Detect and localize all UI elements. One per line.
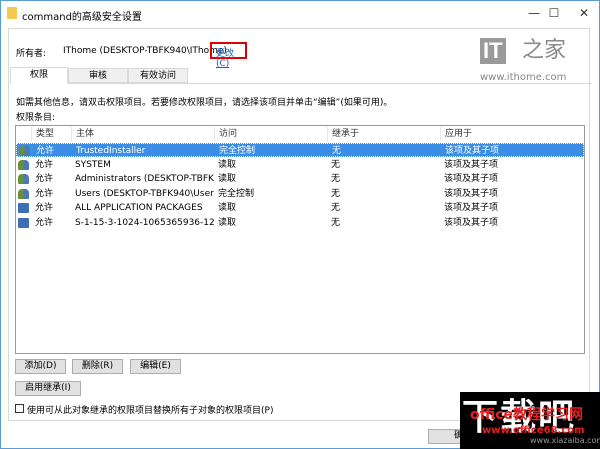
users-icon xyxy=(18,174,29,184)
watermark-url: www.office68.com xyxy=(482,425,585,436)
watermark: 下载吧 office教程学习网 www.office68.com www.xia… xyxy=(460,392,600,449)
owner-label: 所有者: xyxy=(16,49,47,59)
table-row[interactable]: 允许 TrustedInstaller 完全控制 无 该项及其子项 xyxy=(16,143,584,157)
cell-type: 允许 xyxy=(36,146,55,156)
table-row[interactable]: 允许 ALL APPLICATION PACKAGES 读取 无 该项及其子项 xyxy=(16,201,584,215)
cell-type: 允许 xyxy=(35,188,54,199)
table-header: 类型 主体 访问 继承于 应用于 xyxy=(16,127,584,141)
cell-access: 读取 xyxy=(218,217,237,228)
close-button[interactable]: ✕ xyxy=(571,4,597,22)
cell-access: 读取 xyxy=(218,174,237,184)
column-access[interactable]: 访问 xyxy=(214,127,327,141)
app-package-icon xyxy=(18,217,29,228)
permission-entries-label: 权限条目: xyxy=(16,113,56,123)
cell-principal: ALL APPLICATION PACKAGES xyxy=(75,203,203,213)
title-bar: command的高级安全设置 — ☐ ✕ xyxy=(1,1,599,27)
cell-principal: Administrators (DESKTOP-TBFK9... xyxy=(75,174,214,184)
logo-zh: 之家 xyxy=(522,38,567,63)
table-row[interactable]: 允许 Users (DESKTOP-TBFK940\Users) 完全控制 无 该项及其… xyxy=(16,187,584,201)
column-type[interactable]: 类型 xyxy=(31,127,71,141)
watermark-site: office教程学习网 xyxy=(470,407,584,423)
users-icon xyxy=(19,146,30,156)
edit-button[interactable]: 编辑(E) xyxy=(130,359,181,374)
table-row[interactable]: 允许 SYSTEM 读取 无 该项及其子项 xyxy=(16,158,584,172)
cell-applies: 该项及其子项 xyxy=(445,146,500,156)
remove-button[interactable]: 删除(R) xyxy=(72,359,123,374)
instructions-text: 如需其他信息，请双击权限项目。若要修改权限项目，请选择该项目并单击“编辑”(如果… xyxy=(16,98,393,108)
tab-effective-access[interactable]: 有效访问 xyxy=(128,68,188,83)
maximize-button[interactable]: ☐ xyxy=(541,4,567,22)
cell-type: 允许 xyxy=(35,159,54,170)
users-icon xyxy=(18,188,29,199)
cell-principal: S-1-15-3-1024-1065365936-128... xyxy=(75,217,214,228)
cell-inherited: 无 xyxy=(331,159,341,170)
cell-inherited: 无 xyxy=(331,203,341,213)
watermark-url2: www.xiazaiba.com xyxy=(530,436,600,445)
replace-child-permissions-checkbox[interactable] xyxy=(15,404,24,413)
logo-url: www.ithome.com xyxy=(480,72,567,83)
cell-type: 允许 xyxy=(35,217,54,228)
cell-inherited: 无 xyxy=(331,217,341,228)
tab-divider xyxy=(8,83,592,84)
column-principal[interactable]: 主体 xyxy=(71,127,214,141)
cell-applies: 该项及其子项 xyxy=(444,203,499,213)
users-icon xyxy=(18,159,29,170)
column-applies-to[interactable]: 应用于 xyxy=(440,127,584,141)
cell-inherited: 无 xyxy=(331,188,341,199)
permission-entries-table[interactable]: 类型 主体 访问 继承于 应用于 允许 TrustedInstaller 完全控制无… xyxy=(15,125,585,354)
column-inherited-from[interactable]: 继承于 xyxy=(327,127,440,141)
cell-inherited: 无 xyxy=(332,146,342,156)
tab-auditing[interactable]: 审核 xyxy=(68,68,128,83)
table-row[interactable]: 允许 Administrators (DESKTOP-TBFK9... 读取 无 该项及… xyxy=(16,172,584,186)
cell-type: 允许 xyxy=(35,203,54,213)
cell-applies: 该项及其子项 xyxy=(444,159,499,170)
cell-access: 完全控制 xyxy=(218,188,255,199)
cell-type: 允许 xyxy=(35,174,54,184)
cell-principal: SYSTEM xyxy=(75,159,111,170)
owner-value: IThome (DESKTOP-TBFK940\IThome) xyxy=(63,46,227,56)
add-button[interactable]: 添加(D) xyxy=(15,359,66,374)
table-row[interactable]: 允许 S-1-15-3-1024-1065365936-128... 读取 无 该项及其… xyxy=(16,216,584,230)
cell-access: 完全控制 xyxy=(219,146,256,156)
cell-access: 读取 xyxy=(218,203,237,213)
logo-it: IT xyxy=(480,38,506,64)
cell-principal: Users (DESKTOP-TBFK940\Users) xyxy=(75,188,214,199)
app-package-icon xyxy=(18,203,29,213)
window-title: command的高级安全设置 xyxy=(22,12,142,23)
cell-inherited: 无 xyxy=(331,174,341,184)
folder-icon xyxy=(7,7,17,19)
cell-applies: 该项及其子项 xyxy=(444,174,499,184)
replace-child-permissions-label[interactable]: 使用可从此对象继承的权限项目替换所有子对象的权限项目(P) xyxy=(27,403,273,416)
cell-principal: TrustedInstaller xyxy=(76,146,146,156)
enable-inheritance-button[interactable]: 启用继承(I) xyxy=(15,381,81,396)
change-owner-link[interactable]: 更改(C) xyxy=(210,42,247,69)
tab-permissions[interactable]: 权限 xyxy=(10,67,68,84)
cell-access: 读取 xyxy=(218,159,237,170)
ithome-logo: IT 之家 www.ithome.com xyxy=(480,38,575,88)
cell-applies: 该项及其子项 xyxy=(444,188,499,199)
cell-applies: 该项及其子项 xyxy=(444,217,499,228)
